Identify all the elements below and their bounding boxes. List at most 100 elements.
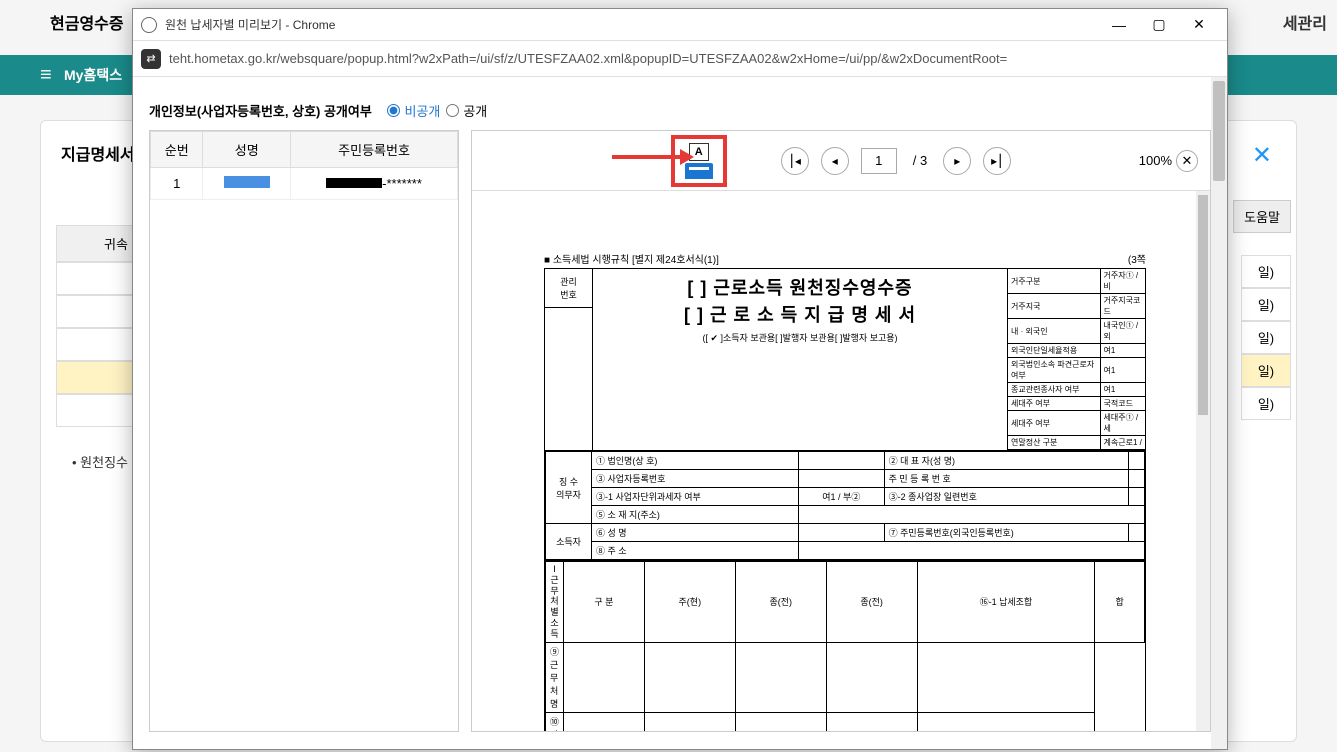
cell xyxy=(1128,452,1144,470)
cell xyxy=(1128,470,1144,488)
page-number-input[interactable] xyxy=(861,148,897,174)
bg-right-col: 일) 일) 일) 일) 일) xyxy=(1241,255,1291,420)
cell xyxy=(1128,524,1144,542)
meta-val: 세대주① / 세 xyxy=(1100,411,1145,436)
meta-key: 연말정산 구분 xyxy=(1008,436,1100,450)
col-head: 종(전) xyxy=(826,562,917,643)
cell: ③-2 종사업장 일련번호 xyxy=(884,488,1128,506)
meta-key: 내 · 외국인 xyxy=(1008,319,1100,344)
document-preview-panel: A ⎮◂ ◂ / 3 ▸ ▸⎮ 100% ✕ xyxy=(471,130,1211,732)
form-ref: ■ 소득세법 시행규칙 [별지 제24호서식(1)] xyxy=(544,251,719,266)
cell xyxy=(799,470,885,488)
mgmt-no-label: 관리 번호 xyxy=(545,269,592,308)
bg-header-left: 현금영수증 xyxy=(50,10,124,34)
radio-private[interactable]: 비공개 xyxy=(387,101,440,120)
disclosure-label: 개인정보(사업자등록번호, 상호) 공개여부 xyxy=(149,101,372,120)
bg-right-cell: 일) xyxy=(1241,387,1291,420)
meta-key: 외국인단일세율적용 xyxy=(1008,344,1100,358)
doc-title-1: [ ] 근로소득 원천징수영수증 xyxy=(597,275,1003,302)
meta-val: 내국인① / 외 xyxy=(1100,319,1145,344)
bg-bullet-note: • 원천징수 xyxy=(72,452,128,471)
printer-icon xyxy=(685,163,713,179)
cell xyxy=(799,542,1145,560)
prev-page-button[interactable]: ◂ xyxy=(821,147,849,175)
detail-cell xyxy=(735,642,826,712)
annotation-arrow xyxy=(612,155,682,159)
window-close-button[interactable]: ✕ xyxy=(1179,10,1219,40)
cell: 주 민 등 록 번 호 xyxy=(884,470,1128,488)
next-page-button[interactable]: ▸ xyxy=(943,147,971,175)
section1-vert-label: Ⅰ 근 무 처 별 소 득 xyxy=(546,562,564,643)
cell: ⑧ 주 소 xyxy=(592,542,799,560)
bg-right-cell: 일) xyxy=(1241,288,1291,321)
bg-header-right: 세관리 xyxy=(1283,10,1327,34)
cell: 여1 / 부② xyxy=(799,488,885,506)
popup-scrollbar[interactable] xyxy=(1211,77,1227,749)
first-page-button[interactable]: ⎮◂ xyxy=(781,147,809,175)
last-page-button[interactable]: ▸⎮ xyxy=(983,147,1011,175)
cell-seq: 1 xyxy=(151,168,203,200)
col-head: ⑯-1 납세조합 xyxy=(917,562,1095,643)
detail-cell xyxy=(735,712,826,731)
col-rrn: 주민등록번호 xyxy=(291,132,458,168)
col-head: 종(전) xyxy=(735,562,826,643)
cell-rrn: -******* xyxy=(291,168,458,200)
cell: ③ 사업자등록번호 xyxy=(592,470,799,488)
meta-key: 종교관련종사자 여부 xyxy=(1008,383,1100,397)
minimize-button[interactable]: ― xyxy=(1099,10,1139,40)
cell: ③-1 사업자단위과세자 여부 xyxy=(592,488,799,506)
bg-right-cell: 일) xyxy=(1241,255,1291,288)
cell: ⑤ 소 재 지(주소) xyxy=(592,506,799,524)
meta-key: 세대주 여부 xyxy=(1008,411,1100,436)
meta-key: 거주구분 xyxy=(1008,269,1100,294)
meta-val: 국적코드 xyxy=(1100,397,1145,411)
cell: ⑦ 주민등록번호(외국인등록번호) xyxy=(884,524,1128,542)
zoom-close-button[interactable]: ✕ xyxy=(1176,150,1198,172)
url-text[interactable]: teht.hometax.go.kr/websquare/popup.html?… xyxy=(169,51,1219,66)
window-title-bar: 원천 납세자별 미리보기 - Chrome ― ▢ ✕ xyxy=(133,9,1227,41)
doc-scrollbar[interactable] xyxy=(1196,191,1210,731)
meta-key: 외국법인소속 파견근로자 여부 xyxy=(1008,358,1100,383)
window-title: 원천 납세자별 미리보기 - Chrome xyxy=(165,16,1099,33)
doc-subtitle: ([ ✔ ]소득자 보관용[ ]발행자 보관용[ ]발행자 보고용) xyxy=(597,331,1003,344)
meta-val: 계속근로1 / xyxy=(1100,436,1145,450)
detail-cell xyxy=(644,642,735,712)
disclosure-row: 개인정보(사업자등록번호, 상호) 공개여부 비공개 공개 xyxy=(133,77,1227,130)
withholder-label: 징 수 의무자 xyxy=(546,452,592,524)
document-viewport[interactable]: ■ 소득세법 시행규칙 [별지 제24호서식(1)] (3쪽 관리 번호 [ ]… xyxy=(472,191,1210,731)
site-settings-icon[interactable]: ⇄ xyxy=(141,49,161,69)
detail-cell xyxy=(564,642,645,712)
meta-key: 거주지국 xyxy=(1008,294,1100,319)
taxpayer-row[interactable]: 1 -******* xyxy=(151,168,458,200)
detail-cell xyxy=(917,642,1095,712)
detail-cell xyxy=(826,712,917,731)
col-seq: 순번 xyxy=(151,132,203,168)
doc-title-2: [ ] 근 로 소 득 지 급 명 세 서 xyxy=(597,302,1003,329)
detail-cell xyxy=(644,712,735,731)
my-hometax-menu[interactable]: My홈택스 xyxy=(40,64,122,87)
meta-val: 여1 xyxy=(1100,383,1145,397)
zoom-level: 100% xyxy=(1139,153,1172,168)
url-bar: ⇄ teht.hometax.go.kr/websquare/popup.htm… xyxy=(133,41,1227,77)
maximize-button[interactable]: ▢ xyxy=(1139,10,1179,40)
help-button[interactable]: 도움말 xyxy=(1233,200,1291,233)
detail-cell: ⑩ 사업자등록번호 xyxy=(546,712,564,731)
meta-val: 거주자① / 비 xyxy=(1100,269,1145,294)
col-name: 성명 xyxy=(203,132,291,168)
cell xyxy=(799,506,1145,524)
cell: ② 대 표 자(성 명) xyxy=(884,452,1128,470)
detail-cell: ⑨ 근 무 처 명 xyxy=(546,642,564,712)
hamburger-icon xyxy=(40,64,56,87)
document-page: ■ 소득세법 시행규칙 [별지 제24호서식(1)] (3쪽 관리 번호 [ ]… xyxy=(544,251,1146,731)
cell: ⑥ 성 명 xyxy=(592,524,799,542)
radio-public[interactable]: 공개 xyxy=(446,101,487,120)
detail-cell xyxy=(564,712,645,731)
cell xyxy=(799,524,885,542)
preview-toolbar: A ⎮◂ ◂ / 3 ▸ ▸⎮ 100% ✕ xyxy=(472,131,1210,191)
cell: ① 법인명(상 호) xyxy=(592,452,799,470)
cell-name xyxy=(203,168,291,200)
doc-meta-box: 거주구분거주자① / 비거주지국거주지국코드내 · 외국인내국인① / 외외국인… xyxy=(1007,269,1145,450)
bg-right-cell: 일) xyxy=(1241,354,1291,387)
close-icon[interactable]: ✕ xyxy=(1252,141,1272,170)
bg-right-cell: 일) xyxy=(1241,321,1291,354)
